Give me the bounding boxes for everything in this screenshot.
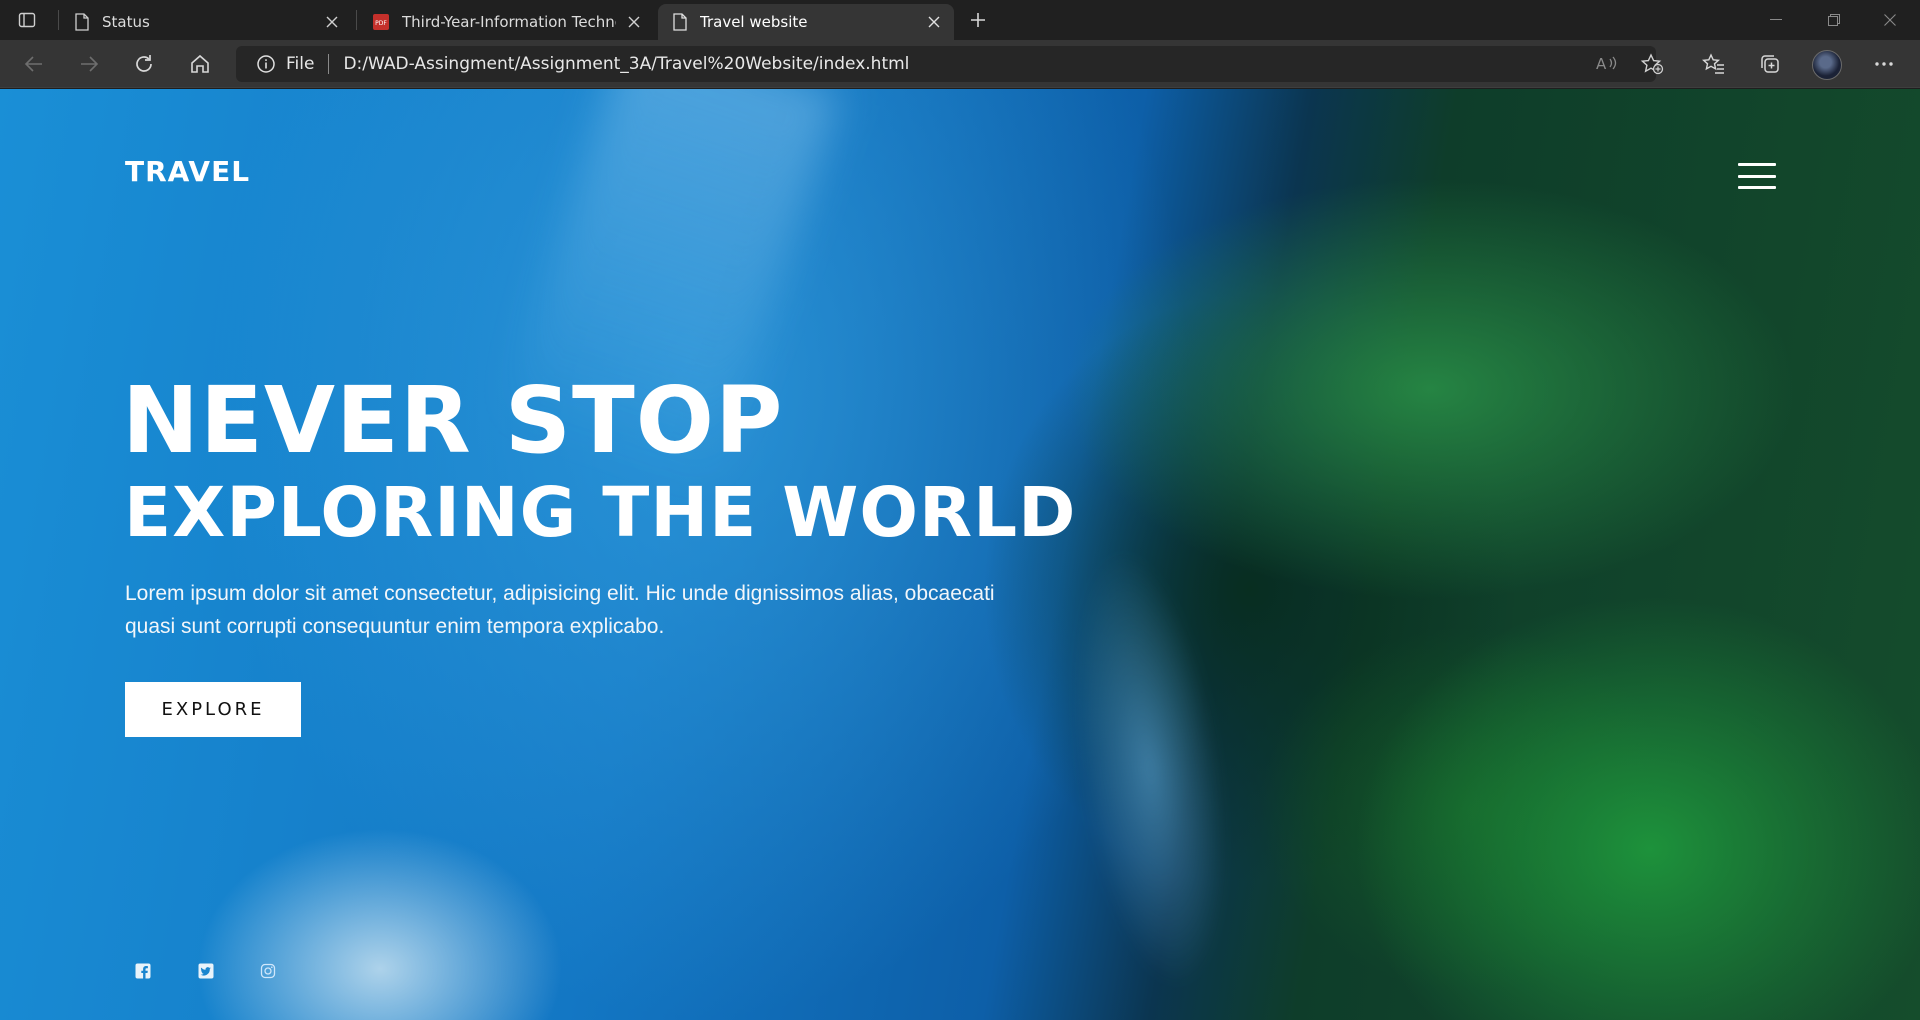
background-shore-foam <box>1050 541 1250 997</box>
tab-title: Travel website <box>700 13 808 31</box>
close-tab-icon[interactable] <box>624 12 644 32</box>
tab-separator <box>58 10 59 30</box>
tab-actions-icon[interactable] <box>16 9 38 31</box>
tab-title: Third-Year-Information Technolo <box>402 13 616 31</box>
page-icon <box>673 13 687 31</box>
twitter-icon[interactable] <box>197 962 215 980</box>
favorites-icon[interactable] <box>1700 50 1728 78</box>
refresh-icon[interactable] <box>130 50 158 78</box>
back-arrow-icon[interactable] <box>20 50 48 78</box>
hero-description: Lorem ipsum dolor sit amet consectetur, … <box>125 582 995 638</box>
tab-travel-website[interactable]: Travel website <box>658 4 954 40</box>
scheme-label: File <box>286 54 315 74</box>
minimize-icon[interactable] <box>1756 6 1796 34</box>
menu-bar <box>1738 174 1776 178</box>
site-logo[interactable]: TRAVEL <box>125 155 250 188</box>
profile-avatar[interactable] <box>1812 50 1842 80</box>
instagram-icon[interactable] <box>259 962 277 980</box>
more-options-icon[interactable] <box>1870 50 1898 78</box>
svg-text:PDF: PDF <box>375 20 387 27</box>
collections-icon[interactable] <box>1756 50 1784 78</box>
new-tab-icon[interactable] <box>966 8 990 32</box>
tab-separator <box>356 10 357 30</box>
tab-status[interactable]: Status <box>60 4 352 40</box>
close-tab-icon[interactable] <box>924 12 944 32</box>
restore-icon[interactable] <box>1814 6 1854 34</box>
pdf-icon: PDF <box>373 14 389 30</box>
url-text[interactable]: D:/WAD-Assingment/Assignment_3A/Travel%2… <box>343 54 909 74</box>
site-info-icon[interactable] <box>256 54 276 74</box>
tab-title: Status <box>102 13 150 31</box>
menu-bar <box>1738 186 1776 189</box>
browser-tab-bar: Status PDF Third-Year-Information Techno… <box>0 0 1920 40</box>
explore-button[interactable]: EXPLORE <box>125 682 301 737</box>
tab-pdf-document[interactable]: PDF Third-Year-Information Technolo <box>358 4 654 40</box>
close-tab-icon[interactable] <box>322 12 342 32</box>
address-bar[interactable]: File D:/WAD-Assingment/Assignment_3A/Tra… <box>236 46 1656 82</box>
menu-icon[interactable] <box>1738 163 1776 189</box>
read-aloud-icon[interactable]: A <box>1592 50 1620 78</box>
hero-heading-line2: EXPLORING THE WORLD <box>124 473 1077 553</box>
url-divider <box>328 54 330 74</box>
page-icon <box>75 13 89 31</box>
forward-arrow-icon[interactable] <box>75 50 103 78</box>
svg-text:A: A <box>1596 55 1607 73</box>
hero-section: TRAVEL NEVER STOP EXPLORING THE WORLD Lo… <box>0 89 1920 1020</box>
add-favorite-icon[interactable] <box>1638 50 1666 78</box>
browser-toolbar: File D:/WAD-Assingment/Assignment_3A/Tra… <box>0 40 1920 88</box>
menu-bar <box>1738 163 1776 166</box>
home-icon[interactable] <box>186 50 214 78</box>
close-window-icon[interactable] <box>1870 6 1910 34</box>
facebook-icon[interactable] <box>134 962 152 980</box>
hero-heading-line1: NEVER STOP <box>122 367 784 474</box>
